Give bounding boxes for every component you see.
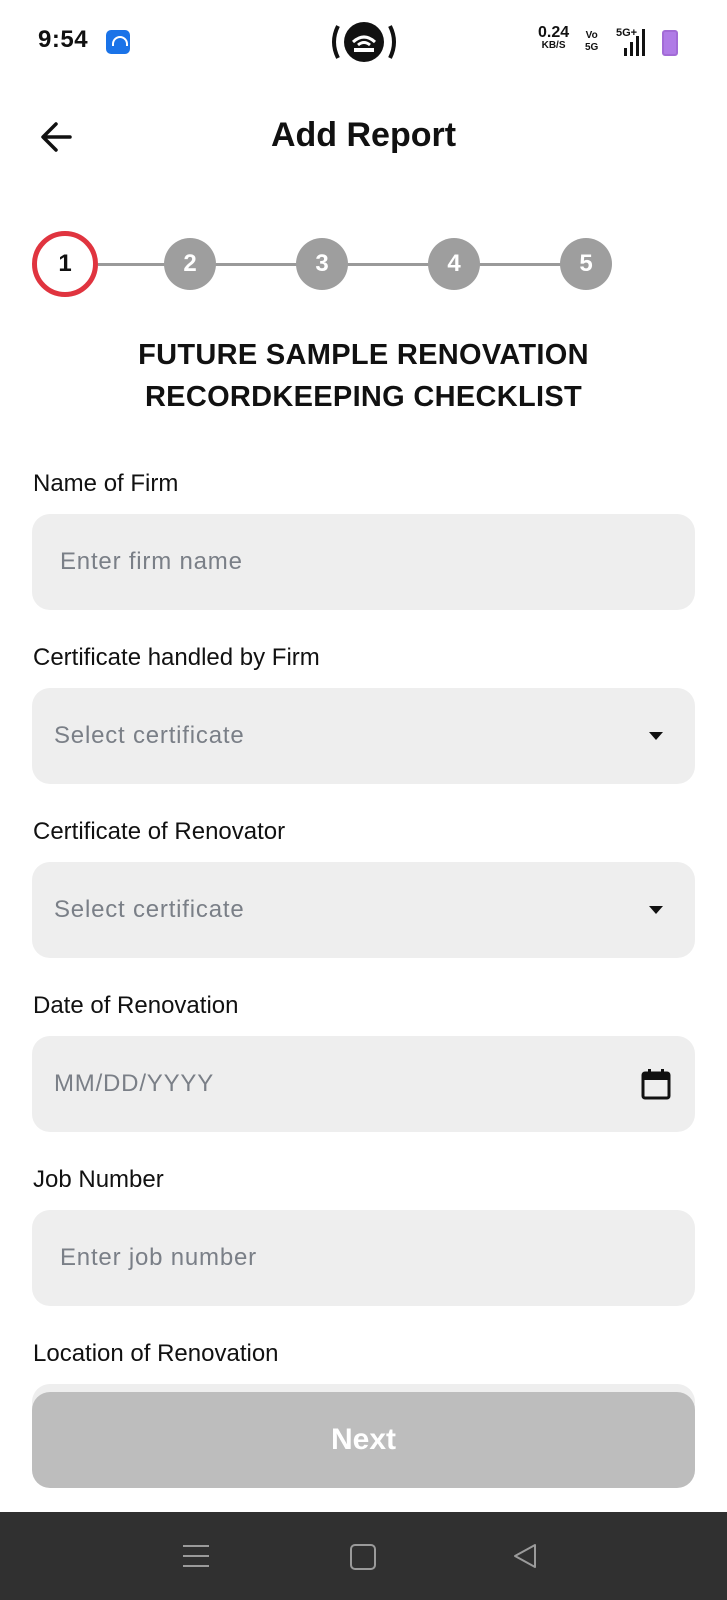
firm-name-input[interactable] [60, 514, 660, 610]
job-number-field[interactable] [32, 1210, 695, 1306]
page-title: Add Report [270, 116, 457, 154]
firm-certificate-label: Certificate handled by Firm [33, 644, 320, 671]
status-time: 9:54 [38, 26, 89, 53]
calendar-icon[interactable] [641, 1068, 671, 1100]
volte-indicator: Vo 5G [585, 30, 598, 54]
status-bar: 9:54 0.24 KB/S Vo 5G 5G+ [0, 0, 727, 86]
chevron-down-icon[interactable] [649, 732, 663, 740]
job-number-label: Job Number [33, 1166, 164, 1193]
network-speed-unit: KB/S [541, 40, 566, 51]
firm-certificate-select[interactable]: Select certificate [32, 688, 695, 784]
step-3: 3 [296, 238, 348, 290]
step-connector [98, 263, 168, 266]
next-button[interactable]: Next [32, 1392, 695, 1488]
firm-name-field[interactable] [32, 514, 695, 610]
home-icon[interactable] [350, 1544, 376, 1570]
step-connector [478, 263, 562, 266]
network-speed: 0.24 KB/S [538, 25, 569, 52]
step-connector [346, 263, 430, 266]
renovator-certificate-select[interactable]: Select certificate [32, 862, 695, 958]
location-label: Location of Renovation [33, 1340, 279, 1367]
step-1: 1 [32, 231, 98, 297]
app-notification-icon [106, 30, 130, 54]
battery-charging-icon [662, 30, 678, 56]
form-title-line1: FUTURE SAMPLE RENOVATION [138, 339, 589, 371]
form-title: FUTURE SAMPLE RENOVATION RECORDKEEPING C… [0, 334, 727, 418]
signal-label: 5G+ [616, 27, 637, 39]
renovation-date-field[interactable]: MM/DD/YYYY [32, 1036, 695, 1132]
form-title-line2: RECORDKEEPING CHECKLIST [144, 381, 583, 413]
renovation-date-label: Date of Renovation [33, 992, 239, 1019]
system-nav-bar [0, 1512, 727, 1600]
volte-bottom: 5G [585, 42, 599, 53]
signal-icon: 5G+ [616, 27, 645, 56]
back-triangle-icon[interactable] [512, 1542, 538, 1570]
renovation-date-placeholder: MM/DD/YYYY [54, 1070, 215, 1097]
renovator-certificate-placeholder: Select certificate [54, 896, 245, 923]
step-connector [214, 263, 298, 266]
firm-name-label: Name of Firm [33, 470, 179, 497]
hotspot-icon [332, 22, 396, 62]
step-5: 5 [560, 238, 612, 290]
menu-icon[interactable] [183, 1543, 209, 1569]
volte-top: Vo [585, 30, 598, 41]
renovator-certificate-label: Certificate of Renovator [33, 818, 286, 845]
step-4: 4 [428, 238, 480, 290]
firm-certificate-placeholder: Select certificate [54, 722, 245, 749]
job-number-input[interactable] [60, 1210, 660, 1306]
step-2: 2 [164, 238, 216, 290]
chevron-down-icon[interactable] [649, 906, 663, 914]
progress-stepper: 1 2 3 4 5 [0, 228, 727, 300]
